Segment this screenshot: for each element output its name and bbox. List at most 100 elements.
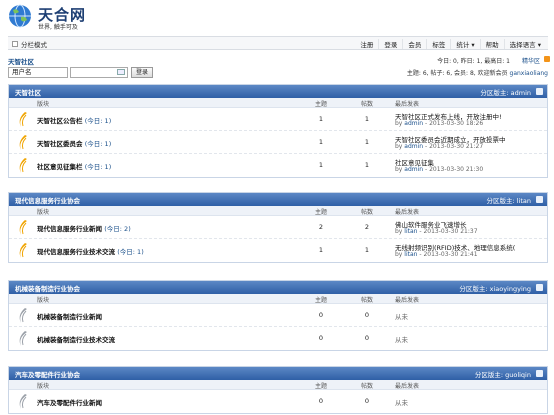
category-header: 汽车及零配件行业协会 分区版主: guoliqin [9,367,547,380]
col-forum: 版块 [37,383,50,390]
collapse-icon[interactable] [536,370,543,377]
last-post-author[interactable]: litan [404,251,417,258]
username-field[interactable]: 用户名 [8,67,68,78]
col-topics: 主题 [315,383,328,390]
forum-icon [19,220,27,235]
view-mode-label: 分栏模式 [21,41,47,49]
stats-today: 今日: 0, 昨日: 1, 最高日: 1 [437,58,510,65]
nav-language-menu[interactable]: 选择语言 ▾ [503,39,546,49]
col-posts: 帖数 [361,383,374,390]
nav-register-link[interactable]: 注册 [355,39,378,49]
category-title[interactable]: 现代信息服务行业协会 [15,195,80,205]
highlight-link[interactable]: 精华区 [522,56,540,65]
col-forum: 版块 [37,101,50,108]
forum-icon [19,243,27,258]
forum-row: 汽车及零配件行业新闻 0 0 从未 [9,390,547,413]
topic-count: 1 [318,138,324,146]
forum-name[interactable]: 社区意见征集栏 [37,163,83,171]
col-topics: 主题 [315,101,328,108]
stats-members: 主题: 6, 帖子: 6, 会员: 8, 欢迎新会员 ganxiaoliang [407,68,548,77]
last-post-time: 2013-03-30 21:27 [429,143,484,150]
forum-category: 现代信息服务行业协会 分区版主: litan 版块 主题 帖数 最后发表 现代信息服务行业新… [8,192,548,263]
last-post-never: 从未 [395,336,408,344]
topic-count: 2 [318,223,324,231]
view-mode-checkbox-icon[interactable] [12,41,18,47]
forum-name-link[interactable]: 天智社区公告栏 (今日: 1) [37,115,111,125]
col-last: 最后发表 [395,297,420,304]
forum-name-link[interactable]: 天智社区委员会 (今日: 1) [37,138,111,148]
forum-row: 天智社区公告栏 (今日: 1) 1 1 天智社区正式发布上线，开放注册中! by adm… [9,108,547,131]
post-count: 0 [364,397,370,405]
category-moderator[interactable]: 分区版主: litan [486,195,531,205]
forum-today-count: (今日: 1) [84,163,112,171]
column-header: 版块 主题 帖数 最后发表 [9,294,547,304]
collapse-icon[interactable] [536,284,543,291]
col-posts: 帖数 [361,101,374,108]
nav-help-link[interactable]: 帮助 [479,39,504,49]
forum-today-count: (今日: 2) [104,225,131,233]
breadcrumb-community[interactable]: 天智社区 [8,56,34,66]
forum-name-link[interactable]: 现代信息服务行业新闻 (今日: 2) [37,223,131,233]
category-moderator[interactable]: 分区版主: guoliqin [475,369,531,379]
login-button[interactable]: 登录 [131,67,153,78]
last-post-never: 从未 [395,399,408,407]
forum-row: 社区意见征集栏 (今日: 1) 1 1 社区意见征集 by admin - 2013-0… [9,154,547,177]
forum-name[interactable]: 机械装备制造行业新闻 [37,313,102,321]
category-moderator[interactable]: 分区版主: admin [480,87,531,97]
forum-name-link[interactable]: 机械装备制造行业新闻 [37,311,102,321]
category-header: 天智社区 分区版主: admin [9,85,547,98]
last-post-author[interactable]: admin [404,120,423,127]
keyboard-icon[interactable] [117,69,125,75]
col-last: 最后发表 [395,101,420,108]
category-title[interactable]: 天智社区 [15,87,41,97]
last-post-author[interactable]: litan [404,228,417,235]
last-post-author[interactable]: admin [404,143,423,150]
newest-member-link[interactable]: ganxiaoliang [510,70,548,77]
forum-name[interactable]: 现代信息服务行业技术交流 [37,248,115,256]
site-slogan: 世界, 触手可及 [38,24,78,31]
forum-icon [19,135,27,150]
category-title[interactable]: 汽车及零配件行业协会 [15,369,80,379]
post-count: 1 [364,246,370,254]
nav-members-link[interactable]: 会员 [402,39,426,49]
column-header: 版块 主题 帖数 最后发表 [9,380,547,390]
view-mode-toggle[interactable]: 分栏模式 [12,39,47,49]
forum-icon [19,394,27,409]
nav-stats-menu[interactable]: 统计 ▾ [450,39,479,49]
category-title[interactable]: 机械装备制造行业协会 [15,283,80,293]
rss-icon[interactable] [544,56,550,62]
collapse-icon[interactable] [536,88,543,95]
topic-count: 0 [318,334,324,342]
forum-name-link[interactable]: 现代信息服务行业技术交流 (今日: 1) [37,246,144,256]
site-logo-globe-icon[interactable] [8,4,32,28]
last-post-time: 2013-03-30 21:41 [423,251,478,258]
forum-row: 机械装备制造行业新闻 0 0 从未 [9,304,547,327]
last-post-author[interactable]: admin [404,166,423,173]
last-post-time: 2013-03-30 18:26 [429,120,484,127]
nav-tags-link[interactable]: 标签 [426,39,450,49]
column-header: 版块 主题 帖数 最后发表 [9,98,547,108]
last-post-meta: by litan - 2013-03-30 21:41 [395,251,478,258]
collapse-icon[interactable] [536,196,543,203]
forum-name[interactable]: 现代信息服务行业新闻 [37,225,102,233]
forum-name[interactable]: 汽车及零配件行业新闻 [37,399,102,407]
forum-today-count: (今日: 1) [84,140,112,148]
post-count: 1 [364,161,370,169]
last-post-time: 2013-03-30 21:37 [423,228,478,235]
forum-name[interactable]: 天智社区公告栏 [37,117,83,125]
last-post-time: 2013-03-30 21:30 [429,166,484,173]
category-moderator[interactable]: 分区版主: xiaoyingying [459,283,531,293]
forum-name-link[interactable]: 机械装备制造行业技术交流 [37,334,115,344]
forum-today-count: (今日: 1) [117,248,144,256]
last-post-meta: by litan - 2013-03-30 21:37 [395,228,478,235]
top-nav-menu: 注册 登录 会员 标签 统计 ▾ 帮助 选择语言 ▾ [355,39,546,49]
forum-name[interactable]: 机械装备制造行业技术交流 [37,336,115,344]
forum-name-link[interactable]: 社区意见征集栏 (今日: 1) [37,161,111,171]
top-nav-bar: 分栏模式 注册 登录 会员 标签 统计 ▾ 帮助 选择语言 ▾ [8,36,548,50]
nav-login-link[interactable]: 登录 [378,39,402,49]
forum-name[interactable]: 天智社区委员会 [37,140,83,148]
forum-row: 天智社区委员会 (今日: 1) 1 1 天智社区委员会近期成立，开放投票中 by adm… [9,131,547,154]
topic-count: 1 [318,115,324,123]
col-last: 最后发表 [395,209,420,216]
forum-name-link[interactable]: 汽车及零配件行业新闻 [37,397,102,407]
